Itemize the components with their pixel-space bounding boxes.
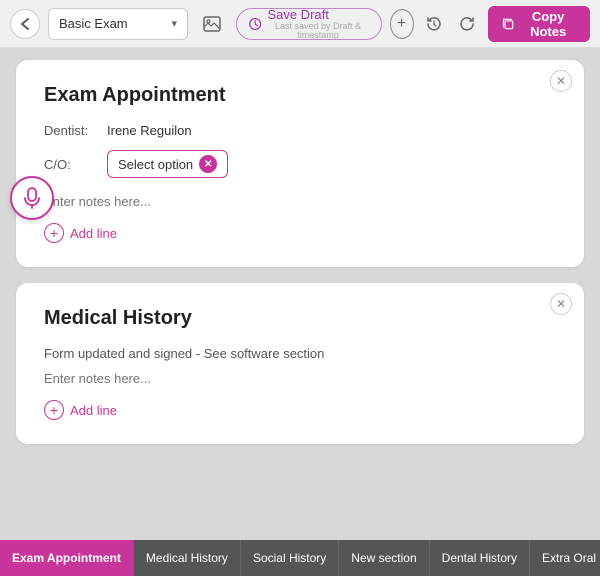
- medical-add-line-label: Add line: [70, 403, 117, 418]
- copy-icon: [502, 16, 514, 32]
- tab-extra-oral-exam[interactable]: Extra Oral Exam: [530, 540, 600, 576]
- tab-dental-history[interactable]: Dental History: [430, 540, 530, 576]
- tab-exam-appointment-label: Exam Appointment: [12, 551, 121, 565]
- copy-notes-label: Copy Notes: [520, 9, 576, 39]
- copy-notes-button[interactable]: Copy Notes: [488, 6, 590, 42]
- tab-medical-history[interactable]: Medical History: [134, 540, 241, 576]
- mic-button[interactable]: [10, 176, 54, 220]
- medical-history-close-button[interactable]: ✕: [550, 293, 572, 315]
- tab-exam-appointment[interactable]: Exam Appointment: [0, 540, 134, 576]
- refresh-button[interactable]: [455, 8, 480, 40]
- chevron-down-icon: ▾: [171, 17, 177, 30]
- mic-icon: [23, 187, 41, 209]
- co-row: C/O: Select option ✕: [44, 150, 556, 178]
- tab-social-history-label: Social History: [253, 551, 326, 565]
- add-line-plus-icon: +: [44, 223, 64, 243]
- select-option-dot: ✕: [199, 155, 217, 173]
- medical-notes-input[interactable]: [44, 367, 556, 390]
- medical-history-card: ✕ Medical History Form updated and signe…: [16, 283, 584, 444]
- exam-notes-input[interactable]: [44, 190, 556, 213]
- tab-dental-history-label: Dental History: [442, 551, 517, 565]
- exam-add-line-label: Add line: [70, 226, 117, 241]
- history-button[interactable]: [422, 8, 447, 40]
- exam-appointment-close-button[interactable]: ✕: [550, 70, 572, 92]
- tab-extra-oral-exam-label: Extra Oral Exam: [542, 551, 600, 565]
- save-draft-subtext: Last saved by Draft & timestamp: [267, 22, 368, 40]
- toolbar-icons: [196, 8, 228, 40]
- save-draft-content: Save Draft Last saved by Draft & timesta…: [267, 7, 368, 40]
- tab-new-section[interactable]: New section: [339, 540, 429, 576]
- tab-bar: Exam Appointment Medical History Social …: [0, 540, 600, 576]
- dentist-row: Dentist: Irene Reguilon: [44, 123, 556, 138]
- history-icon: [425, 15, 443, 33]
- co-label: C/O:: [44, 157, 99, 172]
- medical-add-line-plus-icon: +: [44, 400, 64, 420]
- main-content: ✕ Exam Appointment Dentist: Irene Reguil…: [0, 48, 600, 540]
- toolbar: Basic Exam ▾ Save Draft Last saved by Dr…: [0, 0, 600, 48]
- tab-social-history[interactable]: Social History: [241, 540, 339, 576]
- exam-select-value: Basic Exam: [59, 16, 165, 31]
- select-option-label: Select option: [118, 157, 193, 172]
- save-draft-button[interactable]: Save Draft Last saved by Draft & timesta…: [236, 8, 382, 40]
- tab-medical-history-label: Medical History: [146, 551, 228, 565]
- select-option-button[interactable]: Select option ✕: [107, 150, 228, 178]
- back-button[interactable]: [10, 9, 40, 39]
- dentist-value: Irene Reguilon: [107, 123, 192, 138]
- exam-add-line-button[interactable]: + Add line: [44, 223, 117, 243]
- tab-new-section-label: New section: [351, 551, 416, 565]
- medical-form-text: Form updated and signed - See software s…: [44, 346, 556, 361]
- image-icon-button[interactable]: [196, 8, 228, 40]
- refresh-icon: [458, 15, 476, 33]
- exam-appointment-title: Exam Appointment: [44, 84, 556, 107]
- dentist-label: Dentist:: [44, 123, 99, 138]
- exam-appointment-card: ✕ Exam Appointment Dentist: Irene Reguil…: [16, 60, 584, 267]
- add-button[interactable]: +: [390, 9, 414, 39]
- exam-select-dropdown[interactable]: Basic Exam ▾: [48, 8, 188, 40]
- save-draft-icon: [249, 16, 261, 32]
- save-draft-label: Save Draft: [267, 7, 328, 22]
- medical-history-title: Medical History: [44, 307, 556, 330]
- plus-icon: +: [397, 15, 406, 33]
- medical-add-line-button[interactable]: + Add line: [44, 400, 117, 420]
